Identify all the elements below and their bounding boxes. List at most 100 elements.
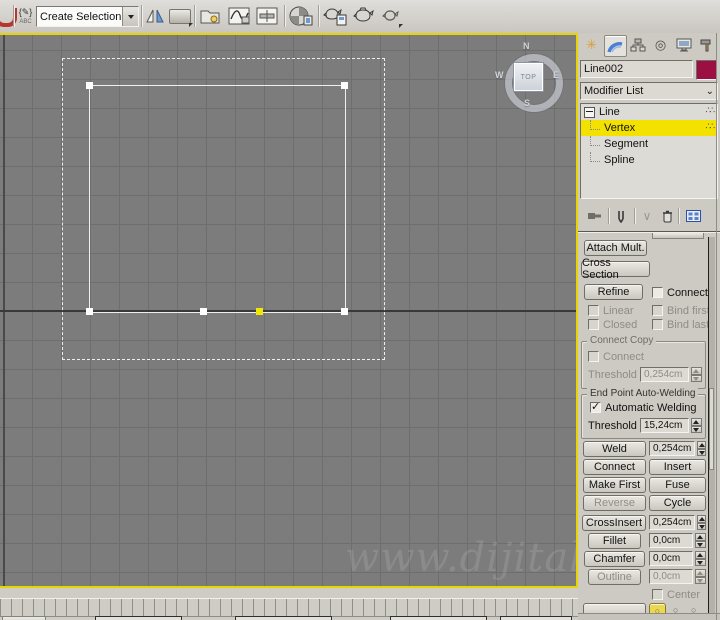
toolbar-separator [194,5,195,27]
insert-button[interactable]: Insert [649,459,706,475]
connect-checkbox[interactable] [652,287,663,298]
viewcube-top-face[interactable]: TOP [513,62,544,92]
attach-mult-button[interactable]: Attach Mult. [584,240,647,256]
hierarchy-nodes-icon [630,38,645,52]
status-field-partial [235,616,332,620]
chamfer-spinner[interactable]: 0,0cm [649,551,706,566]
tab-motion[interactable]: ◎ [650,35,671,55]
cross-section-button[interactable]: Cross Section [581,257,650,281]
stack-row-spline[interactable]: Spline [581,152,717,168]
weld-label: Weld [602,443,627,455]
tab-modify[interactable] [604,35,627,57]
line002-spline[interactable] [89,85,346,313]
configure-modifier-sets-icon[interactable] [684,207,702,225]
tree-branch [590,152,600,162]
tab-utilities[interactable] [696,35,717,55]
snap-magnet-icon[interactable] [0,8,17,27]
top-viewport[interactable]: N E S W TOP www.dijitalde [0,33,578,588]
connect-copy-label: Connect [603,350,644,363]
chevron-down-icon: ⌄ [705,85,714,97]
fillet-button[interactable]: Fillet [588,533,641,549]
crossinsert-spinner[interactable]: 0,254cm [649,515,706,530]
fuse-label: Fuse [665,479,690,491]
stack-row-segment[interactable]: Segment [581,136,717,152]
viewcube-east[interactable]: E [553,70,559,80]
automatic-welding-label: Automatic Welding [605,401,697,414]
panel-bottom-edge [578,613,720,620]
object-color-swatch[interactable] [696,60,717,80]
spin-up-icon[interactable] [691,418,702,426]
show-end-result-icon[interactable] [614,207,628,225]
spin-up-icon[interactable] [697,515,706,523]
panel-right-edge [716,33,717,620]
make-first-button[interactable]: Make First [583,477,646,493]
object-name-field[interactable]: Line002 [580,60,693,78]
tab-hierarchy[interactable] [627,35,648,55]
named-selection-sets-icon[interactable]: {✎} ABC [17,4,34,29]
linear-label: Linear [603,304,634,317]
object-name: Line002 [584,63,624,75]
viewcube-west[interactable]: W [495,70,504,80]
spin-up-icon[interactable] [695,533,706,541]
vertex-bottom-left[interactable] [86,308,93,315]
stack-item-label: Segment [604,138,649,150]
tab-display[interactable] [673,35,694,55]
refine-button[interactable]: Refine [584,284,643,300]
crossinsert-button[interactable]: CrossInsert [582,515,646,531]
chamfer-button[interactable]: Chamfer [584,551,645,567]
render-setup-icon[interactable] [323,6,347,26]
spin-down-icon[interactable] [691,425,702,433]
vertex-bottom-mid[interactable] [200,308,207,315]
selection-set-combobox[interactable]: Create Selection Se [36,6,139,27]
mirror-icon[interactable] [145,7,165,25]
tab-create[interactable]: ✳ [581,35,602,55]
spin-down-icon[interactable] [697,522,706,530]
center-checkbox-row: Center [652,588,700,601]
toolbar-separator [141,5,142,27]
pin-stack-icon[interactable] [586,207,602,225]
stack-row-line[interactable]: Line [581,104,717,120]
layer-manager-icon[interactable] [199,6,221,26]
remove-modifier-icon[interactable] [660,207,674,225]
closed-checkbox [588,319,599,330]
spin-down-icon[interactable] [697,448,706,456]
vertex-top-right[interactable] [341,82,348,89]
vertex-selected[interactable] [256,308,263,315]
rollout-scrollbar-thumb[interactable] [709,388,714,470]
schematic-view-icon[interactable] [256,6,278,26]
spin-up-icon[interactable] [697,441,706,449]
align-icon[interactable] [169,9,193,27]
viewcube-south[interactable]: S [524,98,530,108]
track-bar-ruler[interactable] [0,598,578,617]
weld-spinner[interactable]: 0,254cm [649,441,706,456]
quick-render-icon[interactable] [382,8,403,28]
rendered-frame-window-icon[interactable] [352,6,374,26]
stack-row-vertex[interactable]: Vertex [581,120,717,136]
vertex-bottom-right[interactable] [341,308,348,315]
collapse-minus-icon[interactable] [584,106,595,118]
bottom-partial-button[interactable] [2,616,46,620]
cycle-button[interactable]: Cycle [649,495,706,511]
curve-editor-icon[interactable] [228,6,250,26]
fillet-spinner[interactable]: 0,0cm [649,533,706,548]
automatic-welding-checkbox-row[interactable]: Automatic Welding [590,400,697,414]
command-panel: ✳ ◎ Line002 Modifier List ⌄ Line ∴∴ Vert… [578,33,720,620]
toolbar-separator [284,5,285,27]
spin-down-icon[interactable] [695,558,706,566]
weld-button[interactable]: Weld [583,441,646,457]
modify-arc-icon [607,42,623,53]
connect-button[interactable]: Connect [583,459,646,475]
spin-up-icon[interactable] [695,551,706,559]
combo-arrow-icon[interactable] [122,7,138,26]
spin-down-icon[interactable] [695,540,706,548]
connect-checkbox-row[interactable]: Connect [652,286,708,299]
auto-weld-threshold-spinner[interactable]: 15,24cm [640,418,702,433]
vertex-top-left[interactable] [86,82,93,89]
connect-button-label: Connect [594,461,635,473]
modifier-list-dropdown[interactable]: Modifier List ⌄ [580,82,718,100]
fuse-button[interactable]: Fuse [649,477,706,493]
automatic-welding-checkbox[interactable] [590,400,601,413]
viewcube-north[interactable]: N [523,41,530,51]
material-editor-icon[interactable] [289,5,313,27]
fillet-label: Fillet [602,535,627,547]
